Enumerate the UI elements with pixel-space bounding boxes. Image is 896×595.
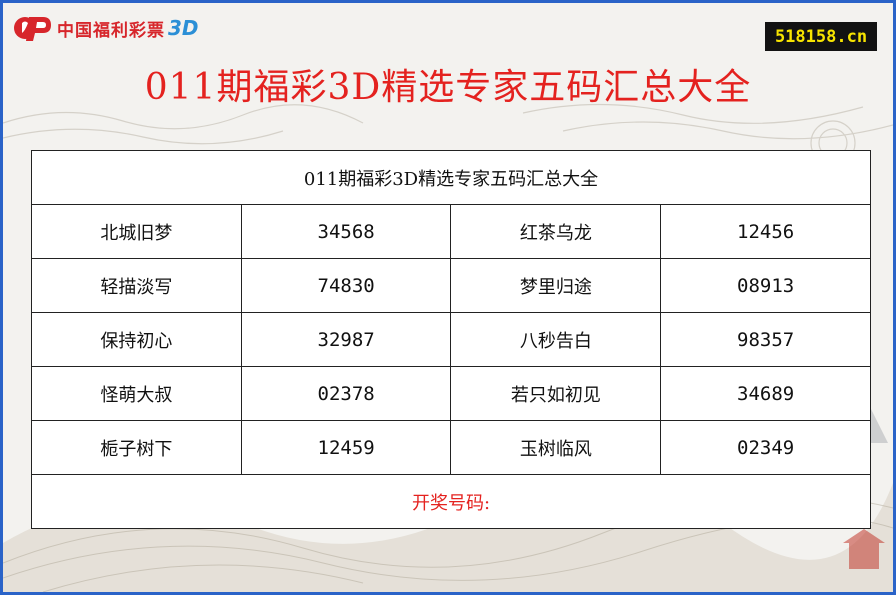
expert-name: 轻描淡写 (31, 258, 242, 313)
table-row: 怪萌大叔 02378 若只如初见 34689 (31, 366, 871, 421)
expert-code: 12459 (240, 420, 452, 475)
expert-name: 红茶乌龙 (450, 204, 662, 259)
logo-name: 中国福利彩票 (57, 20, 165, 41)
table-header: 011期福彩3D精选专家五码汇总大全 (31, 150, 871, 205)
expert-code: 98357 (660, 312, 871, 367)
expert-name: 怪萌大叔 (31, 366, 242, 421)
expert-code: 34568 (240, 204, 452, 259)
lottery-logo-icon (14, 17, 51, 41)
expert-name: 玉树临风 (450, 420, 662, 475)
table-row: 保持初心 32987 八秒告白 98357 (31, 312, 871, 367)
logo-3d-suffix: 3D (168, 16, 199, 40)
expert-name: 栀子树下 (31, 420, 242, 475)
expert-name: 梦里归途 (450, 258, 662, 313)
expert-code: 02378 (240, 366, 452, 421)
table-row: 轻描淡写 74830 梦里归途 08913 (31, 258, 871, 313)
expert-name: 若只如初见 (450, 366, 662, 421)
table-row: 栀子树下 12459 玉树临风 02349 (31, 420, 871, 475)
five-code-summary-table: 011期福彩3D精选专家五码汇总大全 北城旧梦 34568 红茶乌龙 12456… (31, 150, 871, 529)
expert-name: 保持初心 (31, 312, 242, 367)
draw-result-label: 开奖号码: (31, 474, 871, 529)
table-footer-row: 开奖号码: (31, 474, 871, 529)
expert-code: 08913 (660, 258, 871, 313)
expert-code: 02349 (660, 420, 871, 475)
expert-code: 74830 (240, 258, 452, 313)
expert-name: 北城旧梦 (31, 204, 242, 259)
table-header-row: 011期福彩3D精选专家五码汇总大全 (31, 150, 871, 205)
table-row: 北城旧梦 34568 红茶乌龙 12456 (31, 204, 871, 259)
page-frame: 中国福利彩票 3D 518158.cn 011期福彩3D精选专家五码汇总大全 0… (0, 0, 896, 595)
site-badge[interactable]: 518158.cn (765, 22, 877, 51)
page-title: 011期福彩3D精选专家五码汇总大全 (144, 67, 752, 108)
expert-code: 12456 (660, 204, 871, 259)
lottery-logo: 中国福利彩票 3D (13, 11, 199, 45)
expert-code: 34689 (660, 366, 871, 421)
expert-name: 八秒告白 (450, 312, 662, 367)
expert-code: 32987 (240, 312, 452, 367)
